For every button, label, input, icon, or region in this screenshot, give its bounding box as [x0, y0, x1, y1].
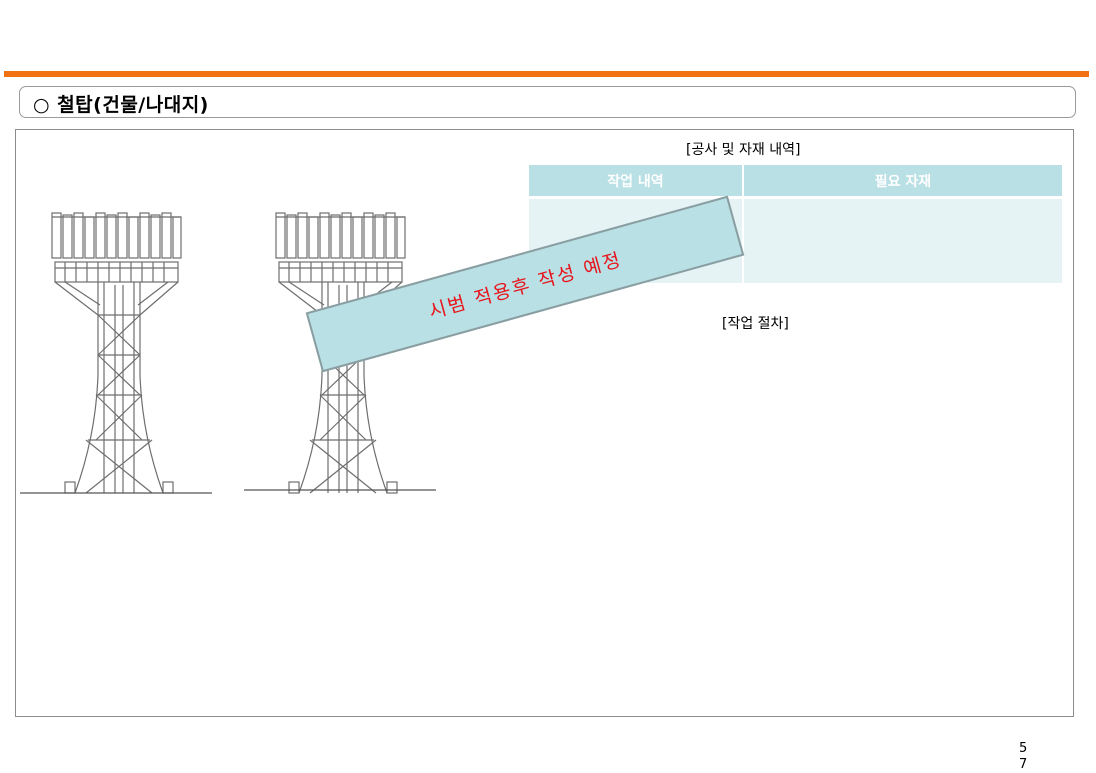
antenna-panels	[275, 212, 406, 259]
table-caption: [공사 및 자재 내역]	[686, 142, 801, 158]
procedure-caption: [작업 절차]	[722, 316, 789, 332]
page-title: ○ 철탑(건물/나대지)	[33, 94, 209, 116]
section-title-box: ○ 철탑(건물/나대지)	[19, 86, 1076, 118]
page-number: 5 7	[1019, 741, 1027, 773]
page-number-line2: 7	[1019, 757, 1028, 772]
table-header-row: 작업 내역 필요 자재	[529, 165, 1062, 196]
col-header-work: 작업 내역	[529, 165, 744, 196]
page-number-line1: 5	[1019, 741, 1028, 756]
antenna-panels	[51, 212, 182, 259]
col-header-materials: 필요 자재	[744, 165, 1062, 196]
header-accent-bar	[4, 71, 1089, 77]
tower-drawing-1	[20, 212, 212, 494]
cell-materials	[744, 199, 1062, 283]
